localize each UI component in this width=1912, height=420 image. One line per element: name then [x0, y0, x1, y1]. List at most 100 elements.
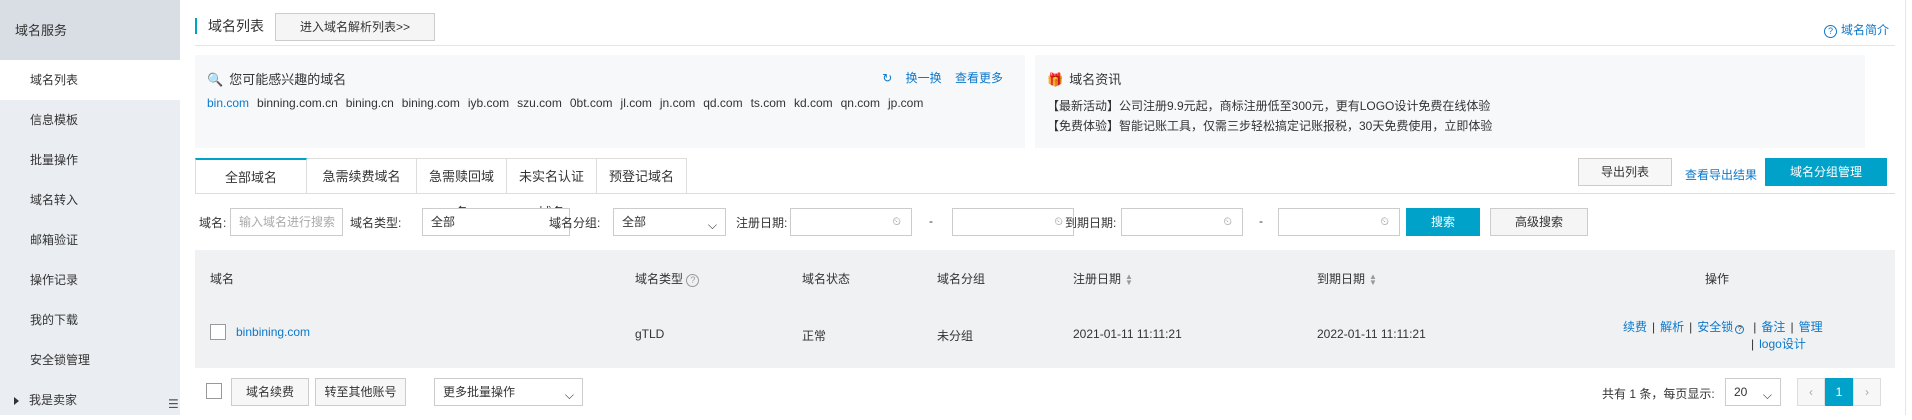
tab-unverified[interactable]: 未实名认证域名	[507, 158, 597, 220]
col-header-group: 域名分组	[937, 272, 986, 286]
main-content: 域名列表 进入域名解析列表>> ? 域名简介 🔍 您可能感兴趣的域名 ↻ 换一换 查…	[195, 0, 1895, 415]
suggest-domain[interactable]: bining.com	[402, 96, 460, 110]
sidebar-item-seller[interactable]: 我是卖家	[0, 380, 180, 420]
logo-design-link[interactable]: logo设计	[1759, 337, 1806, 351]
row-ops-line2: | logo设计	[1751, 337, 1806, 351]
suggest-domain[interactable]: kd.com	[794, 96, 833, 110]
suggest-domain[interactable]: qd.com	[703, 96, 742, 110]
suggest-domain[interactable]: jn.com	[660, 96, 695, 110]
suggest-domain[interactable]: 0bt.com	[570, 96, 613, 110]
suggest-title: 🔍 您可能感兴趣的域名	[207, 69, 346, 88]
group-select-value: 全部	[622, 215, 647, 229]
exp-date-dash: -	[1259, 214, 1263, 228]
row-ops-line1: 续费 | 解析 | 安全锁? | 备注 | 管理	[1623, 320, 1823, 334]
row-checkbox[interactable]	[210, 324, 226, 340]
more-link[interactable]: 查看更多	[955, 71, 1003, 85]
export-list-button[interactable]: 导出列表	[1578, 158, 1672, 186]
refresh-icon: ↻	[882, 71, 893, 85]
sidebar-title: 域名服务	[0, 0, 180, 60]
manage-link[interactable]: 管理	[1799, 320, 1823, 334]
batch-renew-button[interactable]: 域名续费	[231, 378, 309, 406]
refresh-link[interactable]: ↻ 换一换	[872, 71, 941, 85]
suggest-domain[interactable]: binning.com.cn	[257, 96, 338, 110]
security-lock-link[interactable]: 安全锁	[1697, 320, 1733, 334]
col-header-reg-label: 注册日期	[1073, 272, 1122, 286]
sidebar-item-transfer-in[interactable]: 域名转入	[0, 180, 180, 220]
topbar: 域名列表 进入域名解析列表>> ? 域名简介	[195, 0, 1895, 46]
sidebar-collapse-icon[interactable]: ☰	[168, 397, 180, 413]
sidebar-item-info-template[interactable]: 信息模板	[0, 100, 180, 140]
sidebar-item-batch-ops[interactable]: 批量操作	[0, 140, 180, 180]
sort-icon[interactable]: ▲ ▼	[1125, 272, 1133, 286]
scrollbar[interactable]	[1905, 0, 1906, 415]
row-domain-link[interactable]: binbining.com	[236, 325, 310, 339]
reg-date-start[interactable]: ⏲	[790, 208, 912, 236]
reg-date-end[interactable]: ⏲	[952, 208, 1074, 236]
sidebar-item-lock-manage[interactable]: 安全锁管理	[0, 340, 180, 380]
page-number[interactable]: 1	[1825, 378, 1853, 406]
magnifier-icon: 🔍	[207, 72, 224, 87]
more-batch-label: 更多批量操作	[443, 385, 516, 399]
suggest-domain[interactable]: szu.com	[517, 96, 562, 110]
sidebar-item-downloads[interactable]: 我的下载	[0, 300, 180, 340]
news-panel: 🎁 域名资讯 【最新活动】公司注册9.9元起，商标注册低至300元，更有LOGO设…	[1035, 55, 1865, 148]
type-select-value: 全部	[431, 215, 456, 229]
pager-total: 共有 1 条，每页显示:	[1602, 387, 1715, 401]
sidebar-item-op-records[interactable]: 操作记录	[0, 260, 180, 300]
exp-date-end[interactable]: ⏲	[1278, 208, 1400, 236]
renew-link[interactable]: 续费	[1623, 320, 1647, 334]
reg-date-dash: -	[929, 214, 933, 228]
group-label: 域名分组:	[549, 216, 601, 230]
help-icon: ?	[1823, 25, 1837, 38]
tab-urgent-renew[interactable]: 急需续费域名	[307, 158, 417, 194]
suggest-domain[interactable]: ts.com	[751, 96, 786, 110]
domain-intro-label: 域名简介	[1840, 23, 1889, 37]
suggest-actions: ↻ 换一换 查看更多	[862, 69, 1003, 86]
domain-intro-link[interactable]: ? 域名简介	[1823, 21, 1889, 38]
search-button[interactable]: 搜索	[1406, 208, 1480, 236]
suggest-domain[interactable]: bining.cn	[346, 96, 394, 110]
gift-icon: 🎁	[1047, 72, 1064, 87]
transfer-account-button[interactable]: 转至其他账号	[315, 378, 406, 406]
help-icon[interactable]: ?	[686, 274, 700, 287]
tab-preregister[interactable]: 预登记域名	[597, 158, 687, 194]
page-size-select[interactable]: 20 ⌵	[1725, 378, 1781, 406]
suggest-domain[interactable]: jl.com	[621, 96, 652, 110]
reg-date-label: 注册日期:	[736, 216, 788, 230]
advanced-search-button[interactable]: 高级搜索	[1490, 208, 1588, 236]
tab-urgent-redeem[interactable]: 急需赎回域名	[417, 158, 507, 220]
exp-date-start[interactable]: ⏲	[1121, 208, 1243, 236]
goto-dns-list-button[interactable]: 进入域名解析列表>>	[275, 13, 435, 41]
news-line[interactable]: 【免费体验】智能记账工具，仅需三步轻松搞定记账报税，30天免费使用，立即体验	[1047, 117, 1492, 134]
group-manage-button[interactable]: 域名分组管理	[1765, 158, 1887, 186]
suggest-domain[interactable]: jp.com	[888, 96, 923, 110]
sidebar-item-seller-label: 我是卖家	[29, 393, 78, 407]
select-all-checkbox[interactable]	[206, 383, 222, 399]
col-header-exp[interactable]: 到期日期 ▲ ▼	[1317, 270, 1377, 287]
help-icon: ?	[1735, 325, 1745, 334]
news-title: 🎁 域名资讯	[1047, 69, 1121, 88]
suggest-domain[interactable]: iyb.com	[468, 96, 509, 110]
type-select[interactable]: 全部 ⌵	[422, 208, 570, 236]
row-status: 正常	[802, 329, 827, 343]
suggest-domain[interactable]: bin.com	[207, 96, 249, 110]
col-header-type-label: 域名类型	[635, 272, 684, 286]
domain-search-input[interactable]: 输入域名进行搜索	[230, 208, 343, 236]
col-header-type: 域名类型 ?	[635, 270, 703, 287]
prev-page-button[interactable]: ‹	[1797, 378, 1825, 406]
group-select[interactable]: 全部 ⌵	[613, 208, 726, 236]
news-line[interactable]: 【最新活动】公司注册9.9元起，商标注册低至300元，更有LOGO设计免费在线体…	[1047, 97, 1490, 114]
more-batch-select[interactable]: 更多批量操作 ⌵	[434, 378, 583, 406]
calendar-icon: ⏲	[1380, 216, 1389, 228]
sidebar-item-email-verify[interactable]: 邮箱验证	[0, 220, 180, 260]
next-page-button[interactable]: ›	[1853, 378, 1881, 406]
suggest-domain[interactable]: qn.com	[841, 96, 880, 110]
export-result-link[interactable]: 查看导出结果	[1685, 166, 1757, 183]
col-header-reg[interactable]: 注册日期 ▲ ▼	[1073, 270, 1133, 287]
sort-icon[interactable]: ▲ ▼	[1369, 272, 1377, 286]
note-link[interactable]: 备注	[1761, 320, 1785, 334]
domain-table: 域名 域名类型 ? 域名状态 域名分组 注册日期 ▲ ▼ 到期日期 ▲ ▼ 操作 bin…	[195, 250, 1895, 368]
sidebar-item-domain-list[interactable]: 域名列表	[0, 60, 180, 100]
tab-all-domains[interactable]: 全部域名	[195, 158, 307, 194]
resolve-link[interactable]: 解析	[1660, 320, 1684, 334]
